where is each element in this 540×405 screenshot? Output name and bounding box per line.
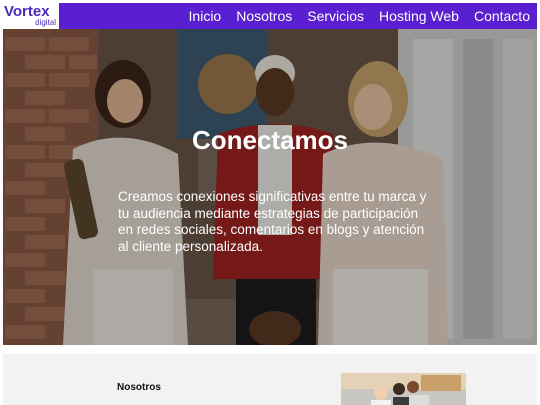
hero-title: Conectamos bbox=[191, 125, 349, 155]
main-nav: Inicio Nosotros Servicios Hosting Web Co… bbox=[189, 8, 530, 24]
about-photo bbox=[341, 373, 466, 405]
about-title: Nosotros bbox=[117, 382, 161, 393]
nav-link-contacto[interactable]: Contacto bbox=[474, 8, 530, 24]
hero-background-image bbox=[3, 29, 537, 345]
brand-logo[interactable]: Vortex digital bbox=[3, 3, 59, 29]
nav-link-hosting-web[interactable]: Hosting Web bbox=[379, 8, 459, 24]
hero-section: Conectamos Creamos conexiones significat… bbox=[3, 29, 537, 345]
brand-sub: digital bbox=[35, 18, 56, 27]
nav-link-nosotros[interactable]: Nosotros bbox=[236, 8, 292, 24]
nav-link-servicios[interactable]: Servicios bbox=[307, 8, 364, 24]
hero-description: Creamos conexiones significativas entre … bbox=[118, 189, 427, 254]
about-section: Nosotros bbox=[3, 354, 537, 405]
about-image bbox=[341, 373, 466, 405]
nav-link-inicio[interactable]: Inicio bbox=[189, 8, 222, 24]
navbar: Vortex digital Inicio Nosotros Servicios… bbox=[3, 3, 537, 29]
